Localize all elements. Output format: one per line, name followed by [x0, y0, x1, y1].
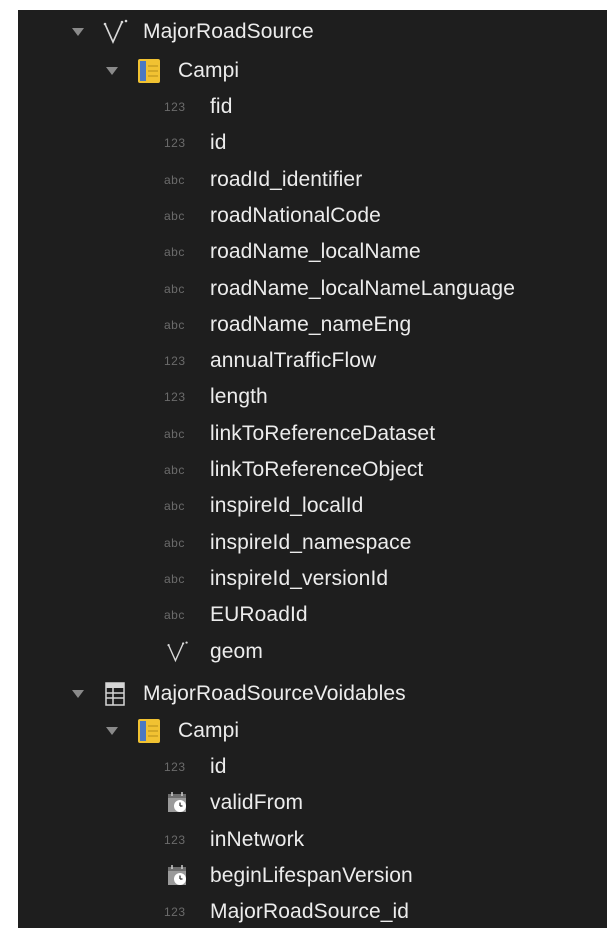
tree-node-field[interactable]: abc EURoadId: [18, 597, 607, 633]
string-type-icon: abc: [164, 499, 185, 514]
string-type-icon: abc: [164, 245, 185, 260]
field-name: roadName_localNameLanguage: [210, 276, 515, 300]
field-name: id: [210, 131, 227, 155]
field-name: inspireId_namespace: [210, 530, 412, 554]
field-name: validFrom: [210, 791, 304, 815]
field-name: EURoadId: [210, 603, 308, 627]
tree-node-field[interactable]: abc roadName_localNameLanguage: [18, 271, 607, 307]
tree-node-majorroadsourcevoidables[interactable]: MajorRoadSourceVoidables: [18, 676, 607, 712]
field-name: roadName_nameEng: [210, 312, 412, 336]
table-icon: [104, 682, 126, 706]
string-type-icon: abc: [164, 317, 185, 332]
line-geometry-icon: [166, 640, 190, 664]
tree-node-field[interactable]: abc linkToReferenceDataset: [18, 416, 607, 452]
string-type-icon: abc: [164, 535, 185, 550]
tree-node-field[interactable]: abc roadId_identifier: [18, 162, 607, 198]
field-name: roadName_localName: [210, 240, 421, 264]
integer-type-icon: 123: [164, 100, 186, 114]
integer-type-icon: 123: [164, 905, 186, 920]
datetime-icon: [166, 864, 190, 888]
fields-group-label: Campi: [178, 59, 240, 82]
layer-name: MajorRoadSource: [143, 20, 314, 43]
tree-node-field[interactable]: validFrom: [18, 785, 607, 821]
tree-node-field[interactable]: abc roadName_nameEng: [18, 307, 607, 343]
tree-node-field[interactable]: abc inspireId_versionId: [18, 561, 607, 597]
fields-layer-icon: [136, 718, 162, 744]
string-type-icon: abc: [164, 208, 185, 223]
integer-type-icon: 123: [164, 832, 186, 847]
tree-node-field[interactable]: 123 id: [18, 749, 607, 785]
tree-node-field[interactable]: 123 length: [18, 379, 607, 415]
integer-type-icon: 123: [164, 390, 186, 405]
string-type-icon: abc: [164, 426, 185, 441]
tree-node-field[interactable]: beginLifespanVersion: [18, 858, 607, 894]
line-geometry-icon: [102, 18, 130, 46]
field-name: linkToReferenceObject: [210, 458, 424, 481]
field-name: inNetwork: [210, 827, 305, 851]
tree-node-field[interactable]: 123 fid: [18, 89, 607, 125]
string-type-icon: abc: [164, 463, 185, 477]
field-name: MajorRoadSource_id: [210, 900, 410, 924]
field-name: linkToReferenceDataset: [210, 421, 436, 445]
tree-node-field[interactable]: 123 inNetwork: [18, 822, 607, 858]
layer-name: MajorRoadSourceVoidables: [143, 682, 406, 705]
expand-arrow-icon[interactable]: [72, 688, 84, 700]
tree-node-fields-group[interactable]: Campi: [18, 53, 607, 89]
tree-node-field[interactable]: abc linkToReferenceObject: [18, 452, 607, 488]
field-name: id: [210, 755, 227, 778]
browser-tree-panel: MajorRoadSource Campi 123 fid 123 id abc road…: [18, 10, 607, 928]
expand-arrow-icon[interactable]: [106, 725, 118, 737]
integer-type-icon: 123: [164, 136, 186, 151]
expand-arrow-icon[interactable]: [106, 65, 118, 77]
string-type-icon: abc: [164, 571, 185, 586]
integer-type-icon: 123: [164, 760, 186, 774]
field-name: inspireId_versionId: [210, 566, 389, 590]
tree-node-field[interactable]: 123 MajorRoadSource_id: [18, 894, 607, 928]
field-name: beginLifespanVersion: [210, 863, 413, 887]
datetime-icon: [166, 791, 190, 815]
field-name: roadNationalCode: [210, 203, 381, 227]
tree-node-field[interactable]: 123 annualTrafficFlow: [18, 343, 607, 379]
field-name: length: [210, 385, 268, 409]
field-name: annualTrafficFlow: [210, 349, 377, 373]
tree-node-field[interactable]: abc inspireId_localId: [18, 488, 607, 524]
field-name: geom: [210, 639, 263, 663]
tree-node-majorroadsource[interactable]: MajorRoadSource: [18, 14, 607, 50]
string-type-icon: abc: [164, 608, 185, 623]
field-name: fid: [210, 95, 233, 118]
field-name: inspireId_localId: [210, 494, 364, 518]
tree-node-field[interactable]: abc roadNationalCode: [18, 198, 607, 234]
fields-layer-icon: [136, 58, 162, 84]
string-type-icon: abc: [164, 172, 185, 187]
tree-node-fields-group[interactable]: Campi: [18, 713, 607, 749]
tree-node-field[interactable]: abc roadName_localName: [18, 234, 607, 270]
integer-type-icon: 123: [164, 354, 186, 369]
field-name: roadId_identifier: [210, 167, 363, 191]
expand-arrow-icon[interactable]: [72, 26, 84, 38]
tree-node-field[interactable]: 123 id: [18, 125, 607, 161]
string-type-icon: abc: [164, 281, 185, 296]
tree-node-field[interactable]: geom: [18, 634, 607, 670]
tree-node-field[interactable]: abc inspireId_namespace: [18, 525, 607, 561]
fields-group-label: Campi: [178, 719, 240, 742]
